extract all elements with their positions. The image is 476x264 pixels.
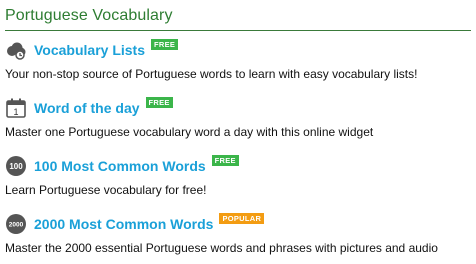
- word-of-the-day-link[interactable]: Word of the day: [34, 98, 140, 118]
- page-title: Portuguese Vocabulary: [5, 7, 173, 24]
- list-item-vocabulary-lists: Vocabulary Lists FREE Your non-stop sour…: [5, 38, 471, 82]
- panel-header: Portuguese Vocabulary: [5, 6, 471, 31]
- item-description: Learn Portuguese vocabulary for free!: [5, 183, 207, 197]
- calendar-icon: 1: [6, 98, 26, 118]
- list-item-100-most-common-words: 100 100 Most Common Words FREE Learn Por…: [5, 154, 471, 198]
- number-100-icon: 100: [6, 156, 26, 176]
- 2000-most-common-words-link[interactable]: 2000 Most Common Words: [34, 214, 213, 234]
- vocabulary-lists-link[interactable]: Vocabulary Lists: [34, 40, 145, 60]
- number-2000-icon-text: 2000: [9, 222, 24, 229]
- item-description: Master the 2000 essential Portuguese wor…: [5, 241, 438, 255]
- popular-badge: POPULAR: [219, 212, 265, 224]
- list-item-word-of-the-day: 1 Word of the day FREE Master one Portug…: [5, 96, 471, 140]
- item-description: Your non-stop source of Portuguese words…: [5, 67, 418, 81]
- item-description: Master one Portuguese vocabulary word a …: [5, 125, 374, 139]
- calendar-icon-number: 1: [13, 107, 18, 117]
- 100-most-common-words-link[interactable]: 100 Most Common Words: [34, 156, 206, 176]
- list-item-2000-most-common-words: 2000 2000 Most Common Words POPULAR Mast…: [5, 212, 471, 256]
- number-2000-icon: 2000: [6, 214, 26, 234]
- sheep-cloud-icon: [7, 42, 26, 60]
- free-badge: FREE: [151, 38, 179, 50]
- portuguese-vocabulary-panel: Portuguese Vocabulary Vocabulary Lists F…: [0, 0, 476, 264]
- free-badge: FREE: [211, 154, 239, 166]
- free-badge: FREE: [145, 96, 173, 108]
- number-100-icon-text: 100: [9, 162, 23, 171]
